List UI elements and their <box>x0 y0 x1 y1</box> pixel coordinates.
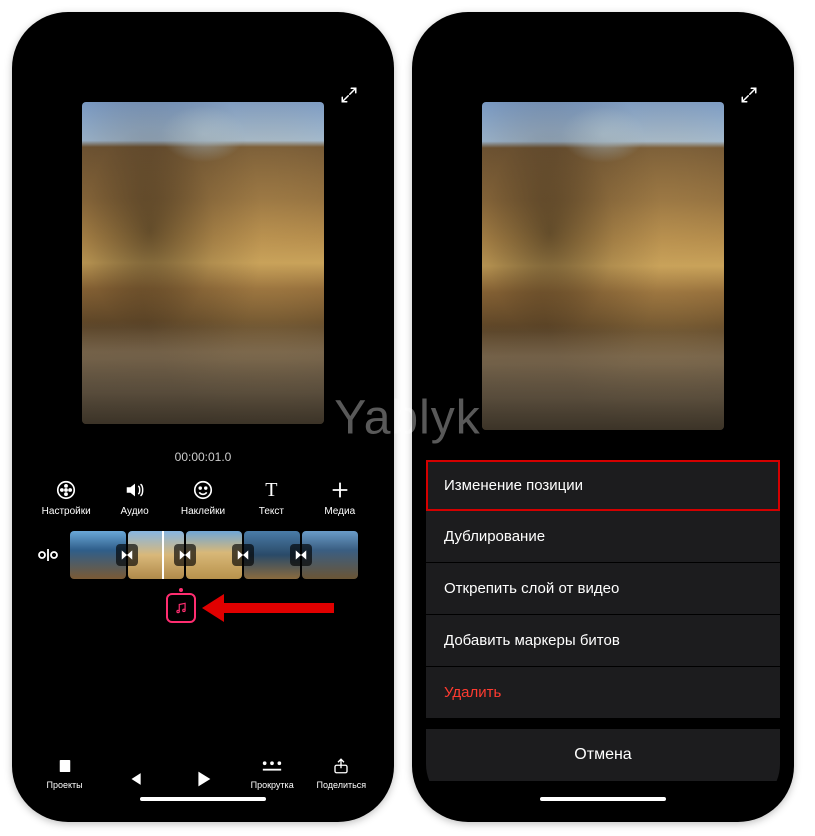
music-clip[interactable] <box>166 593 196 623</box>
editor-toolbar: Настройки Аудио Наклейки T Текст <box>26 478 380 527</box>
text-icon: T <box>265 478 277 502</box>
home-indicator[interactable] <box>140 797 266 801</box>
transition-icon[interactable] <box>290 544 312 566</box>
playhead[interactable] <box>162 531 164 579</box>
skip-back-icon <box>124 768 144 790</box>
callout-arrow <box>202 599 334 617</box>
smile-icon <box>192 478 214 502</box>
phone-right: Изменение позиции Дублирование Открепить… <box>412 12 794 822</box>
share-icon <box>332 755 350 777</box>
share-label: Поделиться <box>316 780 366 790</box>
scroll-icon <box>261 755 283 777</box>
transition-icon[interactable] <box>174 544 196 566</box>
menu-cancel[interactable]: Отмена <box>426 729 780 781</box>
settings-icon <box>55 478 77 502</box>
phone-left: 00:00:01.0 Настройки Аудио Наклейки <box>12 12 394 822</box>
split-icon[interactable] <box>36 543 64 567</box>
dynamic-island <box>145 38 261 70</box>
context-menu: Изменение позиции Дублирование Открепить… <box>426 460 780 781</box>
projects-button[interactable]: Проекты <box>34 755 96 790</box>
menu-separator <box>426 719 780 729</box>
timecode-label: 00:00:01.0 <box>26 450 380 464</box>
text-tool[interactable]: T Текст <box>241 478 301 517</box>
transition-icon[interactable] <box>116 544 138 566</box>
video-preview[interactable] <box>82 102 324 424</box>
speaker-icon <box>124 478 146 502</box>
audio-track <box>26 589 380 633</box>
menu-duplicate[interactable]: Дублирование <box>426 511 780 563</box>
menu-beat-markers[interactable]: Добавить маркеры битов <box>426 615 780 667</box>
media-label: Медиа <box>324 506 355 517</box>
stickers-label: Наклейки <box>181 506 225 517</box>
screen-right: Изменение позиции Дублирование Открепить… <box>426 26 780 808</box>
menu-reposition[interactable]: Изменение позиции <box>426 460 780 511</box>
menu-detach[interactable]: Открепить слой от видео <box>426 563 780 615</box>
preview-area <box>426 26 780 430</box>
projects-icon <box>56 755 74 777</box>
video-preview[interactable] <box>482 102 724 430</box>
transition-icon[interactable] <box>232 544 254 566</box>
screen-left: 00:00:01.0 Настройки Аудио Наклейки <box>26 26 380 808</box>
fullscreen-icon[interactable] <box>740 86 758 104</box>
plus-icon <box>329 478 351 502</box>
scroll-button[interactable]: Прокрутка <box>241 755 303 790</box>
projects-label: Проекты <box>47 780 83 790</box>
dynamic-island <box>545 38 661 70</box>
audio-tool[interactable]: Аудио <box>105 478 165 517</box>
play-icon <box>192 768 214 790</box>
audio-label: Аудио <box>120 506 148 517</box>
text-label: Текст <box>259 506 284 517</box>
menu-delete[interactable]: Удалить <box>426 667 780 719</box>
timeline[interactable] <box>26 527 380 585</box>
play-button[interactable] <box>172 768 234 790</box>
home-indicator[interactable] <box>540 797 666 801</box>
media-tool[interactable]: Медиа <box>310 478 370 517</box>
scroll-label: Прокрутка <box>251 780 294 790</box>
fullscreen-icon[interactable] <box>340 86 358 104</box>
stickers-tool[interactable]: Наклейки <box>173 478 233 517</box>
settings-tool[interactable]: Настройки <box>36 478 96 517</box>
preview-area <box>26 26 380 424</box>
settings-label: Настройки <box>42 506 91 517</box>
share-button[interactable]: Поделиться <box>310 755 372 790</box>
prev-button[interactable] <box>103 768 165 790</box>
clip-strip[interactable] <box>70 531 380 579</box>
